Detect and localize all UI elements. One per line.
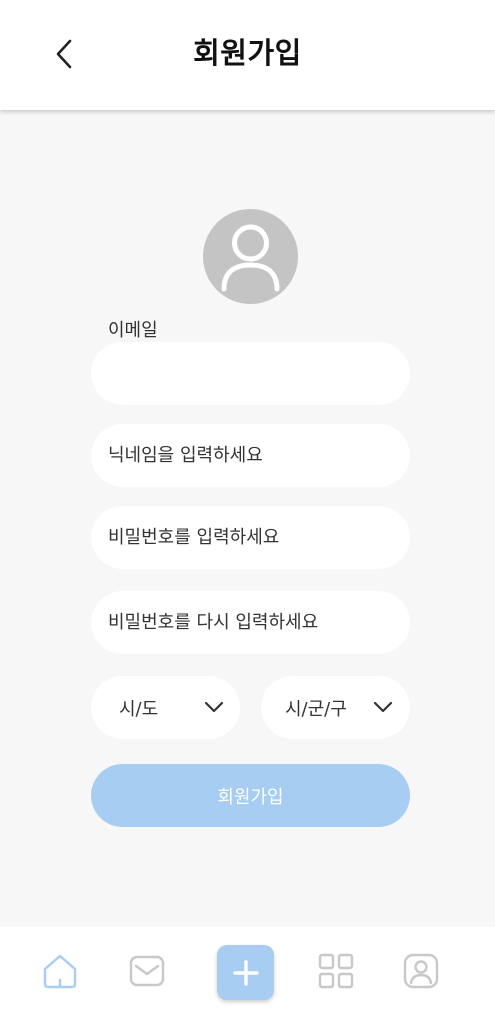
add-button[interactable] — [217, 945, 274, 1000]
profile-icon — [403, 953, 439, 989]
nav-grid[interactable] — [318, 953, 354, 993]
plus-icon — [232, 959, 259, 986]
nickname-field[interactable] — [108, 445, 410, 466]
email-label: 이메일 — [108, 320, 158, 341]
password-field-container[interactable] — [91, 506, 410, 569]
page-title: 회원가입 — [193, 36, 302, 70]
password-confirm-field[interactable] — [108, 612, 410, 633]
user-icon — [221, 224, 280, 292]
nav-home[interactable] — [41, 953, 79, 993]
home-icon — [43, 954, 77, 989]
region-select-value: 시/도 — [119, 698, 159, 720]
chevron-down-icon — [204, 701, 224, 713]
nickname-field-container[interactable] — [91, 424, 410, 487]
chevron-down-icon — [373, 701, 393, 713]
password-confirm-field-container[interactable] — [91, 591, 410, 654]
password-field[interactable] — [108, 527, 410, 548]
nav-mail[interactable] — [129, 955, 165, 991]
region-select[interactable]: 시/도 — [91, 676, 240, 739]
nav-profile[interactable] — [403, 953, 439, 993]
email-field[interactable] — [108, 363, 410, 384]
grid-icon — [318, 953, 354, 989]
avatar[interactable] — [203, 209, 298, 304]
app-header: 회원가입 — [0, 0, 495, 110]
mail-icon — [129, 955, 165, 987]
email-field-container[interactable] — [91, 342, 410, 405]
district-select[interactable]: 시/군/구 — [261, 676, 410, 739]
district-select-value: 시/군/구 — [285, 698, 347, 720]
bottom-nav — [0, 927, 495, 1016]
signup-button[interactable]: 회원가입 — [91, 764, 410, 827]
